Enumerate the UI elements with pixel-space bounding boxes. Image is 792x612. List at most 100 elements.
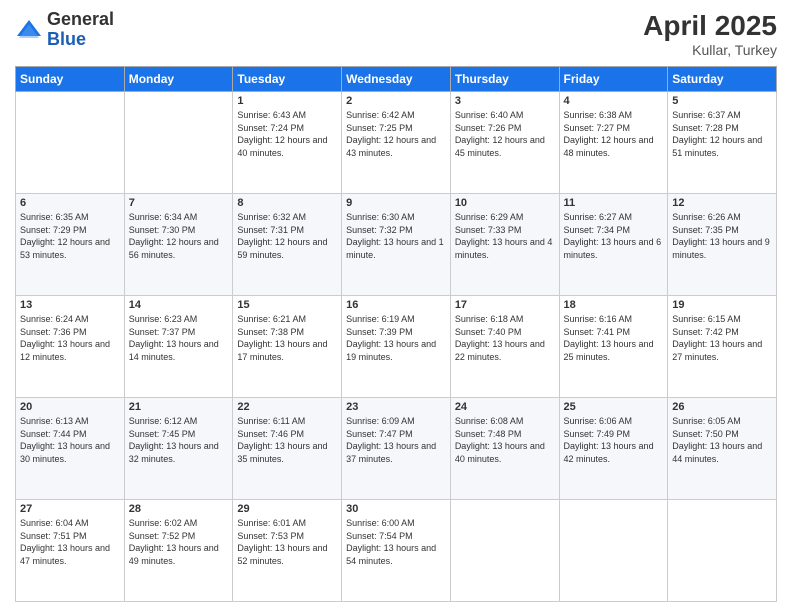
day-info: Sunrise: 6:43 AMSunset: 7:24 PMDaylight:…	[237, 109, 337, 159]
calendar-cell: 12 Sunrise: 6:26 AMSunset: 7:35 PMDayligh…	[668, 194, 777, 296]
calendar-cell	[16, 92, 125, 194]
day-info: Sunrise: 6:04 AMSunset: 7:51 PMDaylight:…	[20, 517, 120, 567]
day-info: Sunrise: 6:13 AMSunset: 7:44 PMDaylight:…	[20, 415, 120, 465]
header-row: Sunday Monday Tuesday Wednesday Thursday…	[16, 67, 777, 92]
calendar-cell: 8Sunrise: 6:32 AMSunset: 7:31 PMDaylight…	[233, 194, 342, 296]
day-info: Sunrise: 6:38 AMSunset: 7:27 PMDaylight:…	[564, 109, 664, 159]
day-number: 4	[564, 95, 664, 107]
calendar-week-4: 20 Sunrise: 6:13 AMSunset: 7:44 PMDayligh…	[16, 398, 777, 500]
day-number: 25	[564, 401, 664, 413]
calendar-cell: 9Sunrise: 6:30 AMSunset: 7:32 PMDaylight…	[342, 194, 451, 296]
header-friday: Friday	[559, 67, 668, 92]
day-number: 28	[129, 503, 229, 515]
day-info: Sunrise: 6:15 AMSunset: 7:42 PMDaylight:…	[672, 313, 772, 363]
calendar-cell: 29 Sunrise: 6:01 AMSunset: 7:53 PMDayligh…	[233, 500, 342, 602]
calendar-cell	[124, 92, 233, 194]
day-number: 2	[346, 95, 446, 107]
day-info: Sunrise: 6:02 AMSunset: 7:52 PMDaylight:…	[129, 517, 229, 567]
day-number: 16	[346, 299, 446, 311]
day-info: Sunrise: 6:16 AMSunset: 7:41 PMDaylight:…	[564, 313, 664, 363]
day-info: Sunrise: 6:01 AMSunset: 7:53 PMDaylight:…	[237, 517, 337, 567]
day-number: 13	[20, 299, 120, 311]
header-monday: Monday	[124, 67, 233, 92]
header-saturday: Saturday	[668, 67, 777, 92]
day-info: Sunrise: 6:06 AMSunset: 7:49 PMDaylight:…	[564, 415, 664, 465]
header: General Blue April 2025 Kullar, Turkey	[15, 10, 777, 58]
day-info: Sunrise: 6:24 AMSunset: 7:36 PMDaylight:…	[20, 313, 120, 363]
day-info: Sunrise: 6:18 AMSunset: 7:40 PMDaylight:…	[455, 313, 555, 363]
calendar-cell: 6 Sunrise: 6:35 AMSunset: 7:29 PMDaylight…	[16, 194, 125, 296]
calendar-cell	[559, 500, 668, 602]
day-info: Sunrise: 6:35 AMSunset: 7:29 PMDaylight:…	[20, 211, 120, 261]
calendar-cell: 10 Sunrise: 6:29 AMSunset: 7:33 PMDayligh…	[450, 194, 559, 296]
header-wednesday: Wednesday	[342, 67, 451, 92]
location-subtitle: Kullar, Turkey	[643, 42, 777, 58]
calendar-cell: 18 Sunrise: 6:16 AMSunset: 7:41 PMDayligh…	[559, 296, 668, 398]
title-block: April 2025 Kullar, Turkey	[643, 10, 777, 58]
day-info: Sunrise: 6:42 AMSunset: 7:25 PMDaylight:…	[346, 109, 446, 159]
day-info: Sunrise: 6:19 AMSunset: 7:39 PMDaylight:…	[346, 313, 446, 363]
day-info: Sunrise: 6:09 AMSunset: 7:47 PMDaylight:…	[346, 415, 446, 465]
calendar-cell: 27Sunrise: 6:04 AMSunset: 7:51 PMDayligh…	[16, 500, 125, 602]
calendar-cell: 3Sunrise: 6:40 AMSunset: 7:26 PMDaylight…	[450, 92, 559, 194]
day-info: Sunrise: 6:00 AMSunset: 7:54 PMDaylight:…	[346, 517, 446, 567]
calendar-cell: 1 Sunrise: 6:43 AMSunset: 7:24 PMDaylight…	[233, 92, 342, 194]
day-number: 20	[20, 401, 120, 413]
calendar-week-1: 1 Sunrise: 6:43 AMSunset: 7:24 PMDaylight…	[16, 92, 777, 194]
header-tuesday: Tuesday	[233, 67, 342, 92]
calendar-body: 1 Sunrise: 6:43 AMSunset: 7:24 PMDaylight…	[16, 92, 777, 602]
day-number: 6	[20, 197, 120, 209]
day-number: 22	[237, 401, 337, 413]
page: General Blue April 2025 Kullar, Turkey S…	[0, 0, 792, 612]
day-info: Sunrise: 6:29 AMSunset: 7:33 PMDaylight:…	[455, 211, 555, 261]
day-number: 21	[129, 401, 229, 413]
day-number: 1	[237, 95, 337, 107]
day-number: 29	[237, 503, 337, 515]
calendar-header: Sunday Monday Tuesday Wednesday Thursday…	[16, 67, 777, 92]
calendar-cell: 16 Sunrise: 6:19 AMSunset: 7:39 PMDayligh…	[342, 296, 451, 398]
day-info: Sunrise: 6:08 AMSunset: 7:48 PMDaylight:…	[455, 415, 555, 465]
day-number: 5	[672, 95, 772, 107]
day-number: 9	[346, 197, 446, 209]
calendar-cell: 24Sunrise: 6:08 AMSunset: 7:48 PMDayligh…	[450, 398, 559, 500]
day-info: Sunrise: 6:11 AMSunset: 7:46 PMDaylight:…	[237, 415, 337, 465]
day-number: 7	[129, 197, 229, 209]
calendar-cell: 19 Sunrise: 6:15 AMSunset: 7:42 PMDayligh…	[668, 296, 777, 398]
day-info: Sunrise: 6:34 AMSunset: 7:30 PMDaylight:…	[129, 211, 229, 261]
month-title: April 2025	[643, 10, 777, 42]
calendar-cell: 4 Sunrise: 6:38 AMSunset: 7:27 PMDaylight…	[559, 92, 668, 194]
calendar-table: Sunday Monday Tuesday Wednesday Thursday…	[15, 66, 777, 602]
day-number: 10	[455, 197, 555, 209]
logo: General Blue	[15, 10, 114, 50]
day-number: 3	[455, 95, 555, 107]
day-number: 8	[237, 197, 337, 209]
day-number: 18	[564, 299, 664, 311]
day-info: Sunrise: 6:05 AMSunset: 7:50 PMDaylight:…	[672, 415, 772, 465]
header-sunday: Sunday	[16, 67, 125, 92]
header-thursday: Thursday	[450, 67, 559, 92]
calendar-cell: 14Sunrise: 6:23 AMSunset: 7:37 PMDayligh…	[124, 296, 233, 398]
logo-text: General Blue	[47, 10, 114, 50]
calendar-cell: 28 Sunrise: 6:02 AMSunset: 7:52 PMDayligh…	[124, 500, 233, 602]
calendar-cell: 25 Sunrise: 6:06 AMSunset: 7:49 PMDayligh…	[559, 398, 668, 500]
day-number: 15	[237, 299, 337, 311]
calendar-cell: 30 Sunrise: 6:00 AMSunset: 7:54 PMDayligh…	[342, 500, 451, 602]
logo-blue: Blue	[47, 30, 114, 50]
calendar-cell: 17Sunrise: 6:18 AMSunset: 7:40 PMDayligh…	[450, 296, 559, 398]
calendar-cell: 5Sunrise: 6:37 AMSunset: 7:28 PMDaylight…	[668, 92, 777, 194]
day-info: Sunrise: 6:23 AMSunset: 7:37 PMDaylight:…	[129, 313, 229, 363]
day-number: 12	[672, 197, 772, 209]
logo-icon	[15, 16, 43, 44]
calendar-cell	[668, 500, 777, 602]
calendar-cell: 7 Sunrise: 6:34 AMSunset: 7:30 PMDaylight…	[124, 194, 233, 296]
calendar-cell: 13 Sunrise: 6:24 AMSunset: 7:36 PMDayligh…	[16, 296, 125, 398]
day-number: 23	[346, 401, 446, 413]
calendar-cell: 21Sunrise: 6:12 AMSunset: 7:45 PMDayligh…	[124, 398, 233, 500]
calendar-cell: 23 Sunrise: 6:09 AMSunset: 7:47 PMDayligh…	[342, 398, 451, 500]
calendar-cell	[450, 500, 559, 602]
calendar-cell: 2 Sunrise: 6:42 AMSunset: 7:25 PMDaylight…	[342, 92, 451, 194]
day-info: Sunrise: 6:26 AMSunset: 7:35 PMDaylight:…	[672, 211, 772, 261]
logo-general: General	[47, 10, 114, 30]
day-number: 30	[346, 503, 446, 515]
day-number: 19	[672, 299, 772, 311]
